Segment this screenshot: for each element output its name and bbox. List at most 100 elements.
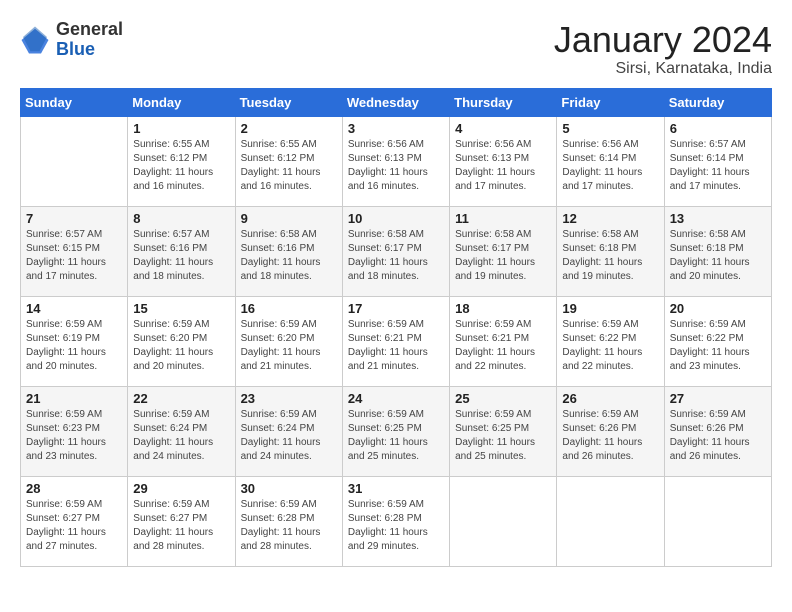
- calendar-cell: 16Sunrise: 6:59 AMSunset: 6:20 PMDayligh…: [235, 296, 342, 386]
- logo-blue: Blue: [56, 39, 95, 59]
- calendar-cell: 18Sunrise: 6:59 AMSunset: 6:21 PMDayligh…: [450, 296, 557, 386]
- calendar-cell: 4Sunrise: 6:56 AMSunset: 6:13 PMDaylight…: [450, 116, 557, 206]
- day-number: 15: [133, 301, 229, 316]
- calendar-cell: 10 Sunrise: 6:58 AMSunset: 6:17 PMDayligh…: [342, 206, 449, 296]
- day-number: 31: [348, 481, 444, 496]
- calendar-week-2: 7 Sunrise: 6:57 AMSunset: 6:15 PMDaylight…: [21, 206, 772, 296]
- day-number: 26: [562, 391, 658, 406]
- cell-content: Sunrise: 6:56 AMSunset: 6:13 PMDaylight:…: [348, 138, 444, 194]
- calendar-cell: 12Sunrise: 6:58 AMSunset: 6:18 PMDayligh…: [557, 206, 664, 296]
- cell-content: Sunrise: 6:59 AMSunset: 6:22 PMDaylight:…: [670, 318, 766, 374]
- day-number: 24: [348, 391, 444, 406]
- weekday-wednesday: Wednesday: [342, 88, 449, 116]
- calendar-cell: [21, 116, 128, 206]
- calendar-table: SundayMondayTuesdayWednesdayThursdayFrid…: [20, 88, 772, 567]
- day-number: 5: [562, 121, 658, 136]
- cell-content: Sunrise: 6:58 AMSunset: 6:16 PMDaylight:…: [241, 228, 337, 284]
- day-number: 7: [26, 211, 122, 226]
- calendar-cell: 21 Sunrise: 6:59 AMSunset: 6:23 PMDayligh…: [21, 386, 128, 476]
- calendar-cell: 3 Sunrise: 6:56 AMSunset: 6:13 PMDaylight…: [342, 116, 449, 206]
- cell-content: Sunrise: 6:59 AMSunset: 6:26 PMDaylight:…: [562, 408, 658, 464]
- day-number: 6: [670, 121, 766, 136]
- calendar-cell: 15 Sunrise: 6:59 AMSunset: 6:20 PMDayligh…: [128, 296, 235, 386]
- weekday-friday: Friday: [557, 88, 664, 116]
- month-title: January 2024: [554, 20, 772, 60]
- calendar-cell: 31 Sunrise: 6:59 AMSunset: 6:28 PMDayligh…: [342, 476, 449, 566]
- cell-content: Sunrise: 6:57 AMSunset: 6:15 PMDaylight:…: [26, 228, 122, 284]
- cell-content: Sunrise: 6:58 AMSunset: 6:18 PMDaylight:…: [670, 228, 766, 284]
- day-number: 8: [133, 211, 229, 226]
- cell-content: Sunrise: 6:59 AMSunset: 6:26 PMDaylight:…: [670, 408, 766, 464]
- cell-content: Sunrise: 6:55 AMSunset: 6:12 PMDaylight:…: [241, 138, 337, 194]
- cell-content: Sunrise: 6:58 AMSunset: 6:17 PMDaylight:…: [455, 228, 551, 284]
- day-number: 2: [241, 121, 337, 136]
- cell-content: Sunrise: 6:55 AMSunset: 6:12 PMDaylight:…: [133, 138, 229, 194]
- calendar-cell: 7 Sunrise: 6:57 AMSunset: 6:15 PMDaylight…: [21, 206, 128, 296]
- cell-content: Sunrise: 6:59 AMSunset: 6:25 PMDaylight:…: [348, 408, 444, 464]
- day-number: 3: [348, 121, 444, 136]
- cell-content: Sunrise: 6:59 AMSunset: 6:28 PMDaylight:…: [348, 498, 444, 554]
- calendar-cell: 19 Sunrise: 6:59 AMSunset: 6:22 PMDayligh…: [557, 296, 664, 386]
- day-number: 9: [241, 211, 337, 226]
- calendar-cell: 8 Sunrise: 6:57 AMSunset: 6:16 PMDaylight…: [128, 206, 235, 296]
- cell-content: Sunrise: 6:58 AMSunset: 6:17 PMDaylight:…: [348, 228, 444, 284]
- calendar-cell: 23 Sunrise: 6:59 AMSunset: 6:24 PMDayligh…: [235, 386, 342, 476]
- day-number: 25: [455, 391, 551, 406]
- calendar-week-4: 21 Sunrise: 6:59 AMSunset: 6:23 PMDayligh…: [21, 386, 772, 476]
- calendar-cell: 20 Sunrise: 6:59 AMSunset: 6:22 PMDayligh…: [664, 296, 771, 386]
- weekday-tuesday: Tuesday: [235, 88, 342, 116]
- cell-content: Sunrise: 6:59 AMSunset: 6:25 PMDaylight:…: [455, 408, 551, 464]
- calendar-cell: 30Sunrise: 6:59 AMSunset: 6:28 PMDayligh…: [235, 476, 342, 566]
- day-number: 21: [26, 391, 122, 406]
- page-header: General Blue January 2024 Sirsi, Karnata…: [20, 20, 772, 78]
- cell-content: Sunrise: 6:56 AMSunset: 6:14 PMDaylight:…: [562, 138, 658, 194]
- day-number: 27: [670, 391, 766, 406]
- cell-content: Sunrise: 6:59 AMSunset: 6:24 PMDaylight:…: [241, 408, 337, 464]
- weekday-sunday: Sunday: [21, 88, 128, 116]
- cell-content: Sunrise: 6:59 AMSunset: 6:20 PMDaylight:…: [241, 318, 337, 374]
- calendar-cell: 24 Sunrise: 6:59 AMSunset: 6:25 PMDayligh…: [342, 386, 449, 476]
- day-number: 29: [133, 481, 229, 496]
- logo-text: General Blue: [56, 20, 123, 60]
- calendar-cell: 28Sunrise: 6:59 AMSunset: 6:27 PMDayligh…: [21, 476, 128, 566]
- calendar-week-1: 1 Sunrise: 6:55 AMSunset: 6:12 PMDaylight…: [21, 116, 772, 206]
- cell-content: Sunrise: 6:59 AMSunset: 6:23 PMDaylight:…: [26, 408, 122, 464]
- weekday-thursday: Thursday: [450, 88, 557, 116]
- logo-general: General: [56, 19, 123, 39]
- cell-content: Sunrise: 6:59 AMSunset: 6:27 PMDaylight:…: [133, 498, 229, 554]
- weekday-header-row: SundayMondayTuesdayWednesdayThursdayFrid…: [21, 88, 772, 116]
- title-area: January 2024 Sirsi, Karnataka, India: [554, 20, 772, 78]
- logo: General Blue: [20, 20, 123, 60]
- calendar-cell: 25 Sunrise: 6:59 AMSunset: 6:25 PMDayligh…: [450, 386, 557, 476]
- day-number: 11: [455, 211, 551, 226]
- calendar-cell: 11 Sunrise: 6:58 AMSunset: 6:17 PMDayligh…: [450, 206, 557, 296]
- day-number: 23: [241, 391, 337, 406]
- calendar-week-3: 14Sunrise: 6:59 AMSunset: 6:19 PMDayligh…: [21, 296, 772, 386]
- cell-content: Sunrise: 6:56 AMSunset: 6:13 PMDaylight:…: [455, 138, 551, 194]
- day-number: 28: [26, 481, 122, 496]
- day-number: 12: [562, 211, 658, 226]
- calendar-cell: 29 Sunrise: 6:59 AMSunset: 6:27 PMDayligh…: [128, 476, 235, 566]
- calendar-cell: 6 Sunrise: 6:57 AMSunset: 6:14 PMDaylight…: [664, 116, 771, 206]
- calendar-cell: 1 Sunrise: 6:55 AMSunset: 6:12 PMDaylight…: [128, 116, 235, 206]
- cell-content: Sunrise: 6:59 AMSunset: 6:20 PMDaylight:…: [133, 318, 229, 374]
- day-number: 19: [562, 301, 658, 316]
- weekday-saturday: Saturday: [664, 88, 771, 116]
- calendar-cell: 14Sunrise: 6:59 AMSunset: 6:19 PMDayligh…: [21, 296, 128, 386]
- calendar-cell: 17Sunrise: 6:59 AMSunset: 6:21 PMDayligh…: [342, 296, 449, 386]
- calendar-cell: 22Sunrise: 6:59 AMSunset: 6:24 PMDayligh…: [128, 386, 235, 476]
- day-number: 10: [348, 211, 444, 226]
- location: Sirsi, Karnataka, India: [554, 60, 772, 78]
- calendar-cell: [664, 476, 771, 566]
- weekday-monday: Monday: [128, 88, 235, 116]
- day-number: 13: [670, 211, 766, 226]
- calendar-cell: 2 Sunrise: 6:55 AMSunset: 6:12 PMDaylight…: [235, 116, 342, 206]
- day-number: 20: [670, 301, 766, 316]
- cell-content: Sunrise: 6:59 AMSunset: 6:21 PMDaylight:…: [455, 318, 551, 374]
- cell-content: Sunrise: 6:57 AMSunset: 6:16 PMDaylight:…: [133, 228, 229, 284]
- cell-content: Sunrise: 6:59 AMSunset: 6:22 PMDaylight:…: [562, 318, 658, 374]
- day-number: 30: [241, 481, 337, 496]
- cell-content: Sunrise: 6:57 AMSunset: 6:14 PMDaylight:…: [670, 138, 766, 194]
- day-number: 17: [348, 301, 444, 316]
- day-number: 1: [133, 121, 229, 136]
